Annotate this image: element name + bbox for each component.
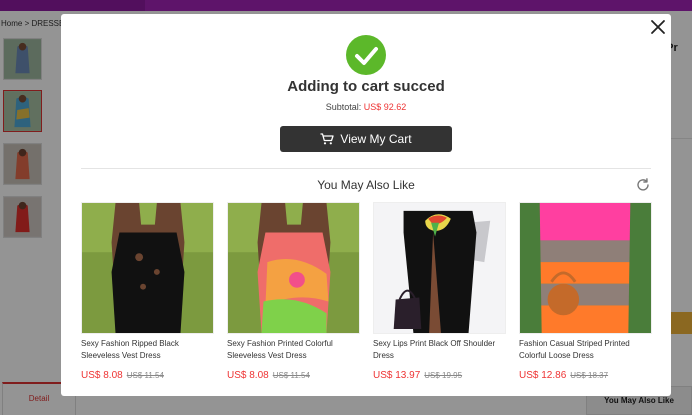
- check-circle-icon: [346, 35, 386, 75]
- add-to-cart-modal: Adding to cart succed Subtotal: US$ 92.6…: [61, 14, 671, 396]
- section-title: You May Also Like: [317, 178, 415, 192]
- product-old-price: US$ 19.95: [424, 371, 463, 380]
- product-name[interactable]: Sexy Fashion Ripped Black Sleeveless Ves…: [81, 338, 214, 362]
- product-name[interactable]: Sexy Lips Print Black Off Shoulder Dress: [373, 338, 506, 362]
- product-card[interactable]: Sexy Fashion Printed Colorful Sleeveless…: [227, 202, 360, 383]
- product-card[interactable]: Sexy Lips Print Black Off Shoulder Dress…: [373, 202, 506, 383]
- product-price: US$ 12.86: [519, 370, 567, 381]
- success-title: Adding to cart succed: [287, 78, 445, 95]
- product-image[interactable]: [227, 202, 360, 334]
- product-card[interactable]: Sexy Fashion Ripped Black Sleeveless Ves…: [81, 202, 214, 383]
- product-prices: US$ 8.08 US$ 11.54: [81, 365, 214, 383]
- refresh-icon[interactable]: [635, 177, 651, 193]
- close-icon[interactable]: [649, 18, 667, 36]
- product-image[interactable]: [519, 202, 652, 334]
- product-image[interactable]: [373, 202, 506, 334]
- cart-icon: [320, 133, 335, 145]
- product-price: US$ 8.08: [81, 370, 123, 381]
- product-price: US$ 13.97: [373, 370, 421, 381]
- product-old-price: US$ 18.37: [570, 371, 609, 380]
- product-prices: US$ 12.86 US$ 18.37: [519, 365, 652, 383]
- subtotal-label: Subtotal:: [325, 102, 362, 112]
- subtotal: Subtotal: US$ 92.62: [61, 102, 671, 112]
- product-old-price: US$ 11.54: [126, 371, 164, 380]
- divider: [81, 168, 651, 169]
- product-card[interactable]: Fashion Casual Striped Printed Colorful …: [519, 202, 652, 383]
- product-old-price: US$ 11.54: [272, 371, 310, 380]
- view-my-cart-button[interactable]: View My Cart: [280, 126, 452, 152]
- subtotal-amount: US$ 92.62: [363, 102, 407, 112]
- product-image[interactable]: [81, 202, 214, 334]
- product-name[interactable]: Sexy Fashion Printed Colorful Sleeveless…: [227, 338, 360, 362]
- product-price: US$ 8.08: [227, 370, 269, 381]
- product-prices: US$ 8.08 US$ 11.54: [227, 365, 360, 383]
- product-prices: US$ 13.97 US$ 19.95: [373, 365, 506, 383]
- view-my-cart-label: View My Cart: [340, 132, 412, 146]
- product-name[interactable]: Fashion Casual Striped Printed Colorful …: [519, 338, 652, 362]
